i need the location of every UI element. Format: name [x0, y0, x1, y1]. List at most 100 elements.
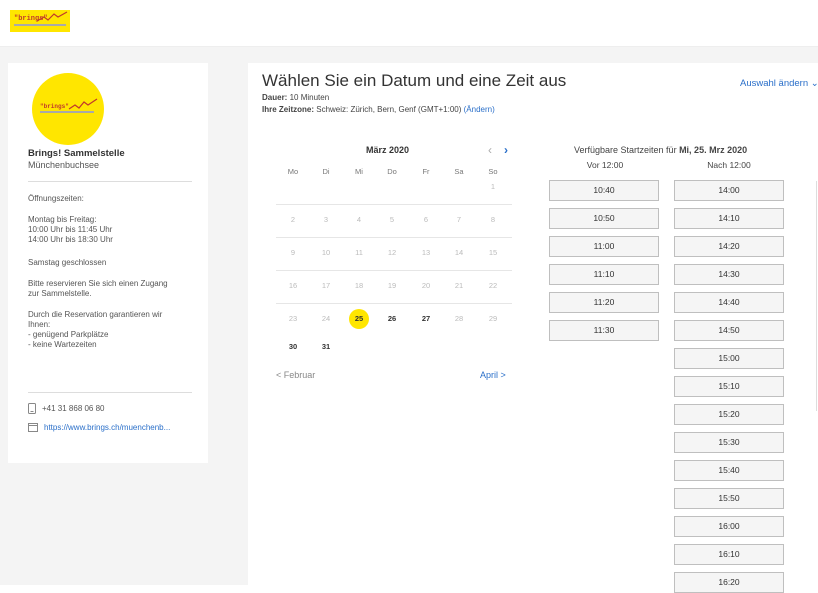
calendar-row-divider	[276, 303, 512, 304]
calendar-day: 21	[454, 281, 464, 290]
time-slot-button[interactable]: 14:20	[674, 236, 784, 257]
logo-subline	[14, 24, 66, 26]
next-month-link[interactable]: April >	[480, 370, 506, 380]
calendar-day[interactable]: 30	[283, 337, 303, 357]
time-slot-button[interactable]: 14:30	[674, 264, 784, 285]
change-selection-link[interactable]: Auswahl ändern ⌄	[740, 78, 818, 89]
organizer-name: Brings! Sammelstelle	[28, 148, 125, 159]
duration-info: Dauer: 10 Minuten	[262, 93, 329, 102]
available-prefix: Verfügbare Startzeiten für	[574, 145, 680, 155]
scheduler-panel: Wählen Sie ein Datum und eine Zeit aus A…	[248, 63, 818, 593]
calendar-day: 5	[389, 215, 395, 224]
weekday-label: Mi	[355, 167, 363, 176]
available-times-heading: Verfügbare Startzeiten für Mi, 25. Mrz 2…	[574, 145, 747, 155]
reservation-note-cont: zur Sammelstelle.	[28, 289, 92, 298]
time-slot-button[interactable]: 15:00	[674, 348, 784, 369]
calendar-day: 3	[323, 215, 329, 224]
prev-month-icon[interactable]: ‹	[488, 143, 492, 157]
calendar-day: 6	[423, 215, 429, 224]
afternoon-header: Nach 12:00	[707, 160, 751, 170]
calendar-day: 13	[421, 248, 431, 257]
divider	[28, 181, 192, 182]
calendar-day: 14	[454, 248, 464, 257]
weekday-label: Di	[322, 167, 330, 176]
weekday-label: Sa	[454, 167, 464, 176]
time-slot-button[interactable]: 14:40	[674, 292, 784, 313]
calendar-day-selected[interactable]: 25	[349, 309, 369, 329]
prev-month-link[interactable]: < Februar	[276, 370, 315, 380]
time-slot-button[interactable]: 15:20	[674, 404, 784, 425]
time-slot-button[interactable]: 15:40	[674, 460, 784, 481]
calendar-day: 17	[321, 281, 331, 290]
calendar-day[interactable]: 31	[316, 337, 336, 357]
calendar-day: 16	[288, 281, 298, 290]
website-row[interactable]: https://www.brings.ch/muenchenb...	[28, 423, 170, 432]
calendar-day: 2	[290, 215, 296, 224]
calendar-day: 7	[456, 215, 462, 224]
time-slot-button[interactable]: 15:10	[674, 376, 784, 397]
organizer-city: Münchenbuchsee	[28, 160, 100, 170]
calendar-day: 10	[321, 248, 331, 257]
phone-row[interactable]: +41 31 868 06 80	[28, 403, 105, 414]
timezone-info: Ihre Zeitzone: Schweiz: Zürich, Bern, Ge…	[262, 105, 495, 114]
time-slot-button[interactable]: 14:10	[674, 208, 784, 229]
time-slot-button[interactable]: 16:20	[674, 572, 784, 593]
reservation-note: Bitte reservieren Sie sich einen Zugang	[28, 279, 168, 288]
calendar-day: 4	[356, 215, 362, 224]
time-slot-button[interactable]: 16:10	[674, 544, 784, 565]
time-slot-button[interactable]: 10:40	[549, 180, 659, 201]
organizer-logo-text: "brings"	[40, 103, 69, 110]
duration-label: Dauer:	[262, 93, 288, 102]
benefit-no-waiting: - keine Wartezeiten	[28, 340, 97, 349]
time-slot-button[interactable]: 10:50	[549, 208, 659, 229]
divider	[28, 392, 192, 393]
time-slot-button[interactable]: 16:00	[674, 516, 784, 537]
page-title: Wählen Sie ein Datum und eine Zeit aus	[262, 71, 567, 90]
time-slot-button[interactable]: 11:10	[549, 264, 659, 285]
calendar-day: 8	[490, 215, 496, 224]
calendar-day: 9	[290, 248, 296, 257]
calendar-day: 24	[321, 314, 331, 323]
time-slot-button[interactable]: 15:30	[674, 432, 784, 453]
calendar-row-divider	[276, 270, 512, 271]
top-bar: "brings"	[0, 0, 818, 47]
saturday-closed: Samstag geschlossen	[28, 258, 107, 267]
weekday-hours-afternoon: 14:00 Uhr bis 18:30 Uhr	[28, 235, 113, 244]
weekday-label: Fr	[422, 167, 430, 176]
calendar-row-divider	[276, 204, 512, 205]
organizer-card: "brings" Brings! Sammelstelle Münchenbuc…	[8, 63, 208, 463]
time-slot-button[interactable]: 11:00	[549, 236, 659, 257]
calendar-day[interactable]: 27	[416, 309, 436, 329]
duration-value: 10 Minuten	[287, 93, 330, 102]
next-month-icon[interactable]: ›	[504, 143, 508, 157]
weekday-hours-title: Montag bis Freitag:	[28, 215, 97, 224]
logo-squiggle-icon	[36, 11, 68, 22]
time-slot-button[interactable]: 11:20	[549, 292, 659, 313]
timezone-change-link[interactable]: (Ändern)	[464, 105, 495, 114]
calendar-day: 20	[421, 281, 431, 290]
timezone-value: Schweiz: Zürich, Bern, Genf (GMT+1:00)	[314, 105, 464, 114]
calendar-day[interactable]: 26	[382, 309, 402, 329]
website-link[interactable]: https://www.brings.ch/muenchenb...	[44, 423, 170, 432]
calendar-day: 12	[387, 248, 397, 257]
time-slot-button[interactable]: 14:00	[674, 180, 784, 201]
weekday-hours-morning: 10:00 Uhr bis 11:45 Uhr	[28, 225, 113, 234]
available-date: Mi, 25. Mrz 2020	[679, 145, 748, 155]
calendar-day: 1	[490, 182, 496, 191]
timezone-label: Ihre Zeitzone:	[262, 105, 315, 114]
calendar-day: 28	[454, 314, 464, 323]
organizer-logo: "brings"	[32, 73, 104, 145]
time-slot-button[interactable]: 14:50	[674, 320, 784, 341]
calendar-day: 23	[288, 314, 298, 323]
benefit-title: Durch die Reservation garantieren wir	[28, 310, 163, 319]
time-slot-button[interactable]: 11:30	[549, 320, 659, 341]
organizer-logo-subline	[40, 111, 94, 113]
weekday-label: Mo	[287, 167, 299, 176]
calendar-day: 22	[488, 281, 498, 290]
weekday-label: Do	[387, 167, 397, 176]
time-slot-button[interactable]: 15:50	[674, 488, 784, 509]
scrollbar[interactable]	[816, 181, 817, 411]
calendar-day: 19	[387, 281, 397, 290]
brand-logo[interactable]: "brings"	[10, 10, 70, 32]
calendar-day: 18	[354, 281, 364, 290]
